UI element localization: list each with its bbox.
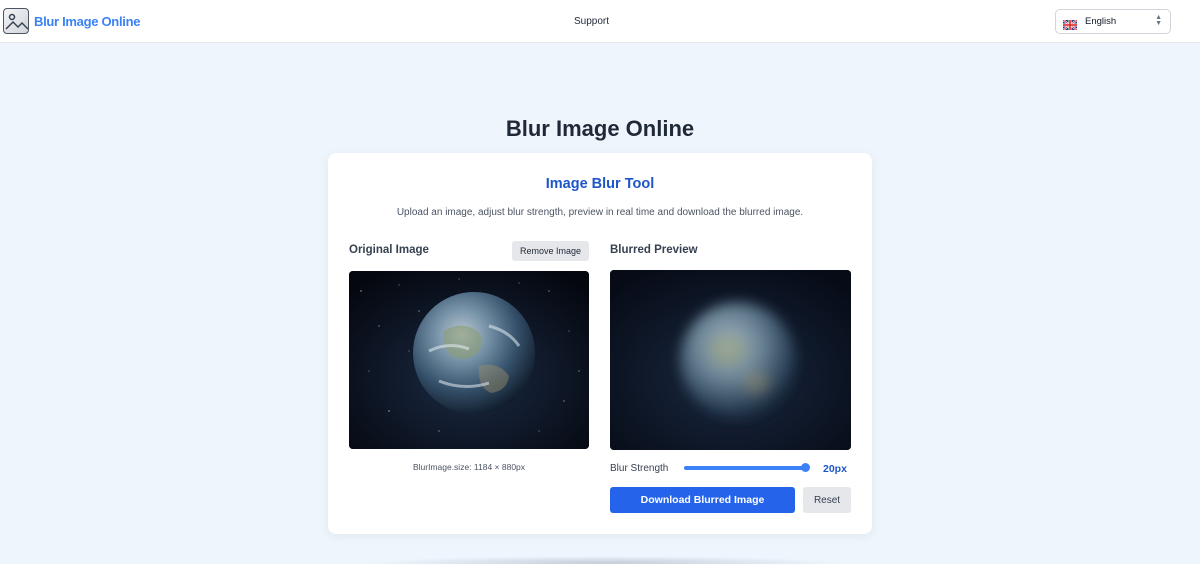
original-image-label: Original Image [349,244,429,256]
language-select[interactable]: English ▲ ▼ [1055,9,1171,34]
page-title: Blur Image Online [505,116,695,141]
site-name: Blur Image Online [34,13,141,29]
slider-thumb[interactable] [801,463,810,472]
tool-description: Upload an image, adjust blur strength, p… [396,207,804,218]
nav-support-link[interactable]: Support [574,16,609,27]
language-selected-value: English [1085,16,1117,27]
site-logo[interactable]: Blur Image Online [3,8,140,34]
blurred-preview-image [610,270,851,450]
tool-title: Image Blur Tool [545,176,655,192]
blur-strength-slider[interactable] [684,463,810,472]
image-size-info: BlurImage.size: 1184 × 880px [412,462,526,472]
chevron-up-down-icon: ▲ ▼ [1155,14,1162,27]
original-image [349,271,589,449]
blur-strength-value: 20px [823,463,847,475]
uk-flag-icon [1062,17,1078,31]
blur-tool-card: Image Blur Tool Upload an image, adjust … [328,153,872,534]
remove-image-button[interactable]: Remove Image [512,241,589,261]
download-blurred-image-button[interactable]: Download Blurred Image [610,487,795,513]
page-bottom-shadow [370,556,840,564]
blur-strength-label: Blur Strength [610,463,669,474]
top-navbar: Blur Image Online Support English ▲ ▼ [0,0,1200,43]
slider-fill [684,466,805,470]
image-icon [3,8,29,34]
reset-button[interactable]: Reset [803,487,851,513]
blurred-preview-label: Blurred Preview [610,244,698,256]
